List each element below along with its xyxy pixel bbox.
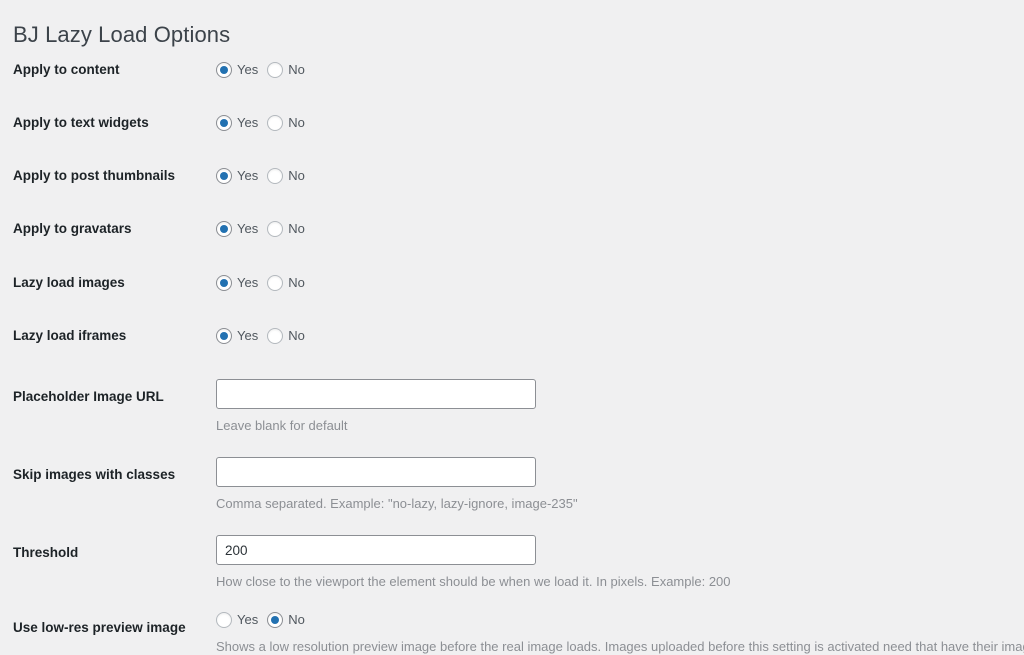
radio-option-use-low-res-preview-image-no[interactable]: No	[267, 612, 305, 628]
setting-field-lazy-load-iframes: Yes No	[216, 326, 1024, 346]
setting-label-placeholder-image-url: Placeholder Image URL	[13, 389, 164, 405]
setting-field-lazy-load-images: Yes No	[216, 273, 1024, 293]
setting-field-apply-to-post-thumbnails: Yes No	[216, 166, 1024, 186]
radio-apply-to-content-yes-selected[interactable]	[216, 62, 232, 78]
setting-input-threshold[interactable]	[216, 535, 536, 565]
radio-group-apply-to-content: Yes No	[216, 60, 1024, 80]
radio-lazy-load-images-yes-selected[interactable]	[216, 275, 232, 291]
radio-lazy-load-iframes-no[interactable]	[267, 328, 283, 344]
radio-option-lazy-load-iframes-yes[interactable]: Yes	[216, 328, 258, 344]
radio-apply-to-gravatars-no[interactable]	[267, 221, 283, 237]
setting-field-apply-to-gravatars: Yes No	[216, 219, 1024, 239]
radio-label-yes: Yes	[237, 612, 258, 628]
radio-option-lazy-load-iframes-no[interactable]: No	[267, 328, 305, 344]
radio-use-low-res-preview-image-no-selected[interactable]	[267, 612, 283, 628]
radio-option-apply-to-post-thumbnails-yes[interactable]: Yes	[216, 168, 258, 184]
radio-option-lazy-load-images-no[interactable]: No	[267, 275, 305, 291]
radio-group-apply-to-post-thumbnails: Yes No	[216, 166, 1024, 186]
radio-option-use-low-res-preview-image-yes[interactable]: Yes	[216, 612, 258, 628]
setting-description-threshold: How close to the viewport the element sh…	[216, 574, 1024, 590]
radio-group-apply-to-gravatars: Yes No	[216, 219, 1024, 239]
setting-field-placeholder-image-url: Leave blank for default	[216, 379, 1024, 434]
radio-use-low-res-preview-image-yes[interactable]	[216, 612, 232, 628]
radio-label-no: No	[288, 275, 305, 291]
radio-apply-to-text-widgets-no[interactable]	[267, 115, 283, 131]
setting-field-skip-images-with-classes: Comma separated. Example: "no-lazy, lazy…	[216, 457, 1024, 512]
page-title: BJ Lazy Load Options	[13, 20, 230, 50]
radio-option-apply-to-text-widgets-yes[interactable]: Yes	[216, 115, 258, 131]
radio-lazy-load-iframes-yes-selected[interactable]	[216, 328, 232, 344]
radio-lazy-load-images-no[interactable]	[267, 275, 283, 291]
radio-apply-to-post-thumbnails-no[interactable]	[267, 168, 283, 184]
setting-label-skip-images-with-classes: Skip images with classes	[13, 467, 175, 483]
radio-label-no: No	[288, 328, 305, 344]
radio-label-no: No	[288, 612, 305, 628]
setting-description-skip-images-with-classes: Comma separated. Example: "no-lazy, lazy…	[216, 496, 1024, 512]
radio-apply-to-gravatars-yes-selected[interactable]	[216, 221, 232, 237]
setting-label-apply-to-post-thumbnails: Apply to post thumbnails	[13, 168, 175, 184]
radio-option-apply-to-text-widgets-no[interactable]: No	[267, 115, 305, 131]
setting-input-placeholder-image-url[interactable]	[216, 379, 536, 409]
radio-option-apply-to-content-yes[interactable]: Yes	[216, 62, 258, 78]
radio-label-yes: Yes	[237, 275, 258, 291]
radio-label-yes: Yes	[237, 168, 258, 184]
radio-group-lazy-load-images: Yes No	[216, 273, 1024, 293]
setting-field-threshold: How close to the viewport the element sh…	[216, 535, 1024, 590]
radio-label-no: No	[288, 168, 305, 184]
setting-input-skip-images-with-classes[interactable]	[216, 457, 536, 487]
setting-field-apply-to-content: Yes No	[216, 60, 1024, 80]
setting-description-use-low-res-preview-image: Shows a low resolution preview image bef…	[216, 639, 1024, 655]
radio-apply-to-text-widgets-yes-selected[interactable]	[216, 115, 232, 131]
radio-group-lazy-load-iframes: Yes No	[216, 326, 1024, 346]
setting-label-apply-to-content: Apply to content	[13, 62, 120, 78]
setting-field-apply-to-text-widgets: Yes No	[216, 113, 1024, 133]
radio-option-lazy-load-images-yes[interactable]: Yes	[216, 275, 258, 291]
setting-label-apply-to-gravatars: Apply to gravatars	[13, 221, 132, 237]
radio-label-yes: Yes	[237, 221, 258, 237]
radio-group-apply-to-text-widgets: Yes No	[216, 113, 1024, 133]
radio-label-yes: Yes	[237, 62, 258, 78]
setting-label-use-low-res-preview-image: Use low-res preview image	[13, 620, 186, 636]
setting-label-apply-to-text-widgets: Apply to text widgets	[13, 115, 149, 131]
setting-label-lazy-load-images: Lazy load images	[13, 275, 125, 291]
radio-label-no: No	[288, 62, 305, 78]
radio-group-use-low-res-preview-image: Yes No	[216, 610, 1024, 630]
radio-label-no: No	[288, 115, 305, 131]
radio-apply-to-post-thumbnails-yes-selected[interactable]	[216, 168, 232, 184]
radio-option-apply-to-gravatars-no[interactable]: No	[267, 221, 305, 237]
setting-label-lazy-load-iframes: Lazy load iframes	[13, 328, 126, 344]
radio-label-no: No	[288, 221, 305, 237]
radio-option-apply-to-content-no[interactable]: No	[267, 62, 305, 78]
radio-label-yes: Yes	[237, 328, 258, 344]
radio-option-apply-to-post-thumbnails-no[interactable]: No	[267, 168, 305, 184]
radio-apply-to-content-no[interactable]	[267, 62, 283, 78]
radio-option-apply-to-gravatars-yes[interactable]: Yes	[216, 221, 258, 237]
bj-lazy-load-options-page: BJ Lazy Load Options Apply to content Yes…	[0, 0, 1024, 650]
setting-label-threshold: Threshold	[13, 545, 78, 561]
setting-field-use-low-res-preview-image: Yes No Shows a low resolution preview imag…	[216, 610, 1024, 655]
setting-description-placeholder-image-url: Leave blank for default	[216, 418, 1024, 434]
radio-label-yes: Yes	[237, 115, 258, 131]
